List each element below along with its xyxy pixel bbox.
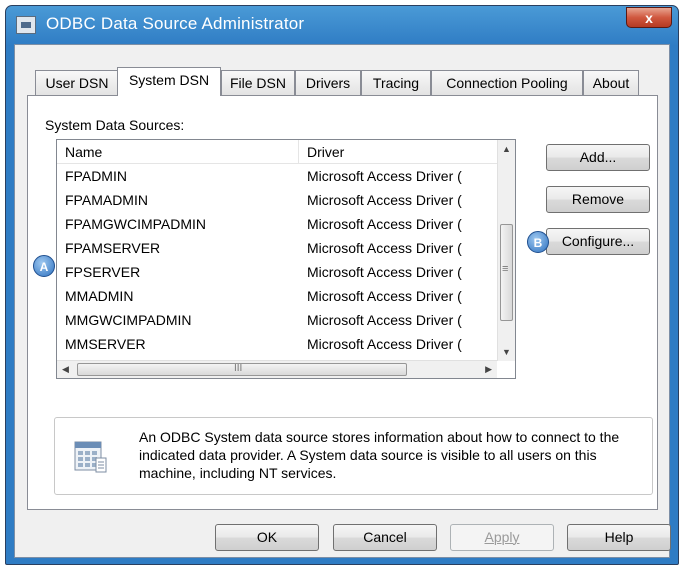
list-item[interactable]: FPAMADMIN Microsoft Access Driver ( [57,188,497,212]
close-button[interactable]: x [626,7,672,28]
scroll-left-arrow-icon[interactable]: ◀ [62,364,69,375]
list-item[interactable]: MMGWCIMPADMIN Microsoft Access Driver ( [57,308,497,332]
ok-button[interactable]: OK [215,524,319,551]
system-data-sources-label: System Data Sources: [45,117,185,133]
list-item[interactable]: MMSERVER Microsoft Access Driver ( [57,332,497,356]
dsn-driver: Microsoft Access Driver ( [307,192,462,208]
scroll-down-arrow-icon[interactable]: ▼ [502,347,511,357]
dsn-driver: Microsoft Access Driver ( [307,288,462,304]
dsn-driver: Microsoft Access Driver ( [307,264,462,280]
scroll-grip-icon: III [234,363,243,374]
dsn-name: MMADMIN [65,288,134,304]
list-item[interactable]: FPAMGWCIMPADMIN Microsoft Access Driver ( [57,212,497,236]
odbc-app-icon [16,16,36,34]
tab-system-dsn[interactable]: System DSN [117,67,221,96]
data-source-list[interactable]: Name Driver FPADMIN Microsoft Access Driv… [56,139,516,379]
dsn-driver: Microsoft Access Driver ( [307,312,462,328]
odbc-window: ODBC Data Source Administrator x User DS… [5,5,679,565]
list-item[interactable]: MMADMIN Microsoft Access Driver ( [57,284,497,308]
dsn-name: FPADMIN [65,168,127,184]
tab-tracing[interactable]: Tracing [361,70,431,95]
horizontal-scrollbar[interactable]: ◀ III ▶ [57,360,497,378]
callout-marker-b: B [527,231,549,253]
tab-user-dsn[interactable]: User DSN [35,70,119,95]
apply-button[interactable]: Apply [450,524,554,551]
scroll-up-arrow-icon[interactable]: ▲ [502,144,511,154]
dsn-name: FPSERVER [65,264,141,280]
column-header-name[interactable]: Name [57,140,299,164]
title-bar[interactable]: ODBC Data Source Administrator x [6,6,678,44]
scroll-right-arrow-icon[interactable]: ▶ [485,364,492,375]
add-button[interactable]: Add... [546,144,650,171]
help-button[interactable]: Help [567,524,671,551]
dsn-name: MMSERVER [65,336,146,352]
dsn-name: FPAMADMIN [65,192,148,208]
window-title: ODBC Data Source Administrator [46,14,305,33]
list-item[interactable]: FPSERVER Microsoft Access Driver ( [57,260,497,284]
tab-file-dsn[interactable]: File DSN [221,70,295,95]
vertical-scrollbar[interactable]: ▲ ≡ ▼ [497,140,515,361]
info-box: An ODBC System data source stores inform… [54,417,653,495]
configure-button[interactable]: Configure... [546,228,650,255]
dsn-driver: Microsoft Access Driver ( [307,240,462,256]
dsn-name: MMGWCIMPADMIN [65,312,192,328]
data-source-icon [74,441,107,473]
scroll-grip-icon: ≡ [502,263,509,275]
cancel-button[interactable]: Cancel [333,524,437,551]
dialog-client: User DSN System DSN File DSN Drivers Tra… [14,44,671,558]
dsn-driver: Microsoft Access Driver ( [307,336,462,352]
vertical-scroll-thumb[interactable]: ≡ [500,224,513,321]
dsn-driver: Microsoft Access Driver ( [307,216,462,232]
list-item[interactable]: FPAMSERVER Microsoft Access Driver ( [57,236,497,260]
callout-marker-a: A [33,255,55,277]
list-item[interactable]: FPADMIN Microsoft Access Driver ( [57,164,497,188]
tab-drivers[interactable]: Drivers [295,70,361,95]
tab-connection-pooling[interactable]: Connection Pooling [431,70,583,95]
column-header-driver[interactable]: Driver [299,140,497,164]
tab-about[interactable]: About [583,70,639,95]
dsn-name: FPAMGWCIMPADMIN [65,216,207,232]
dsn-name: FPAMSERVER [65,240,161,256]
horizontal-scroll-thumb[interactable]: III [77,363,407,376]
remove-button[interactable]: Remove [546,186,650,213]
dsn-driver: Microsoft Access Driver ( [307,168,462,184]
info-text: An ODBC System data source stores inform… [139,429,620,481]
